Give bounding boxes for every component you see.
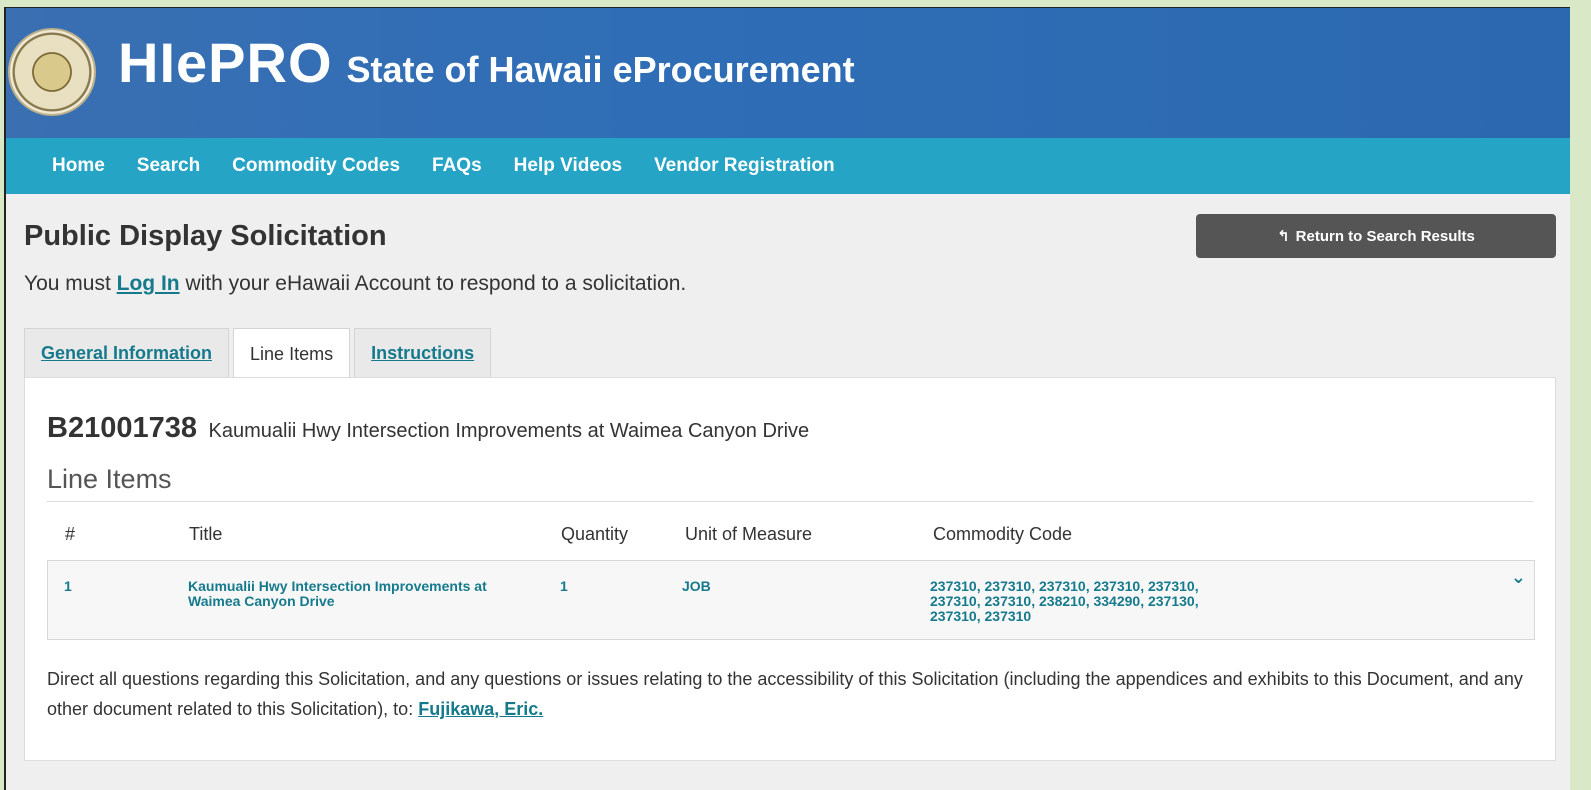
line-items-heading: Line Items (47, 464, 1533, 502)
login-note: You must Log In with your eHawaii Accoun… (24, 272, 686, 296)
return-to-search-results-button[interactable]: ↰ Return to Search Results (1196, 214, 1556, 258)
login-suffix: with your eHawaii Account to respond to … (179, 272, 687, 295)
nav-vendor-registration[interactable]: Vendor Registration (638, 155, 851, 177)
reply-arrow-icon: ↰ (1277, 228, 1290, 245)
solicitation-title: B21001738 Kaumualii Hwy Intersection Imp… (47, 412, 809, 445)
browser-frame: HIePRO State of Hawaii eProcurement Home… (4, 7, 1570, 790)
row-title: Kaumualii Hwy Intersection Improvements … (188, 578, 487, 609)
contact-link[interactable]: Fujikawa, Eric. (418, 699, 543, 719)
return-button-label: Return to Search Results (1295, 227, 1475, 245)
page-title: Public Display Solicitation (24, 220, 387, 252)
contact-note: Direct all questions regarding this Soli… (47, 664, 1537, 724)
main-nav: Home Search Commodity Codes FAQs Help Vi… (6, 138, 1570, 194)
row-unit: JOB (682, 578, 711, 594)
column-header-unit-of-measure: Unit of Measure (685, 524, 813, 544)
row-number: 1 (64, 578, 72, 594)
row-commodity-codes: 237310, 237310, 237310, 237310, 237310, … (930, 578, 1199, 624)
tab-line-items[interactable]: Line Items (233, 328, 351, 380)
nav-help-videos[interactable]: Help Videos (498, 155, 638, 177)
state-seal-logo (8, 28, 96, 116)
nav-search[interactable]: Search (121, 155, 216, 177)
tab-general-information[interactable]: General Information (24, 328, 230, 378)
row-quantity: 1 (560, 578, 568, 594)
site-header: HIePRO State of Hawaii eProcurement (6, 8, 1570, 138)
column-header-quantity: Quantity (561, 524, 629, 544)
login-link[interactable]: Log In (117, 272, 180, 295)
chevron-down-icon[interactable]: ⌄ (1511, 567, 1526, 588)
brand-subtitle: State of Hawaii eProcurement (346, 49, 855, 90)
column-header-title: Title (189, 524, 223, 544)
login-prefix: You must (24, 272, 117, 295)
nav-home[interactable]: Home (52, 155, 121, 177)
brand: HIePRO State of Hawaii eProcurement (118, 30, 855, 95)
nav-faqs[interactable]: FAQs (416, 155, 498, 177)
solicitation-number: B21001738 (47, 412, 197, 444)
contact-text: Direct all questions regarding this Soli… (47, 669, 1523, 719)
tab-instructions[interactable]: Instructions (354, 328, 492, 378)
tab-panel-line-items: B21001738 Kaumualii Hwy Intersection Imp… (24, 377, 1556, 761)
column-header-commodity-code: Commodity Code (933, 524, 1073, 544)
brand-logo[interactable]: HIePRO (118, 30, 333, 95)
table-row[interactable]: 1 Kaumualii Hwy Intersection Improvement… (47, 560, 1535, 640)
tab-bar: General Information Line Items Instructi… (24, 328, 492, 380)
nav-commodity-codes[interactable]: Commodity Codes (216, 155, 416, 177)
column-header-number: # (65, 524, 76, 544)
solicitation-name: Kaumualii Hwy Intersection Improvements … (208, 420, 810, 442)
